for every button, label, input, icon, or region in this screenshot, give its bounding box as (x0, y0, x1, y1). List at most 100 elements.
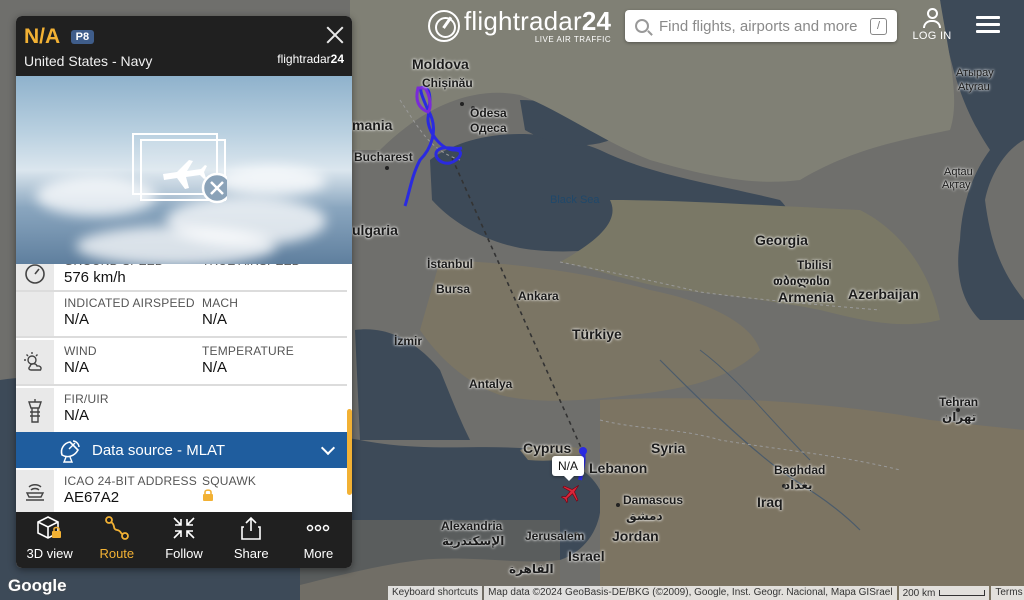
detail-row: WIND N/A TEMPERATURE N/A (16, 340, 347, 386)
map-data-credit: Map data ©2024 GeoBasis-DE/BKG (©2009), … (484, 586, 897, 600)
speedometer-icon (25, 264, 45, 284)
map-label: Ақтау (942, 179, 971, 191)
terms-link[interactable]: Terms (991, 586, 1024, 600)
map-label: Jerusalem (525, 529, 585, 543)
lock-icon[interactable] (202, 488, 214, 502)
detail-row: INDICATED AIRSPEED N/A MACH N/A (16, 292, 347, 338)
map-label: İzmir (394, 334, 423, 348)
map-label: ulgaria (352, 222, 398, 238)
keyboard-shortcut-badge: / (870, 17, 887, 35)
map-label: القاهرة (509, 562, 554, 576)
nav-label: Route (99, 546, 135, 561)
map-scale[interactable]: 200 km (898, 586, 990, 600)
icao-address-value: AE67A2 (64, 489, 120, 506)
map-label: Syria (651, 440, 686, 456)
ground-speed-value: 576 km/h (64, 269, 126, 286)
google-logo: Google (8, 576, 67, 595)
search-bar[interactable]: / (625, 10, 897, 42)
hamburger-menu-icon[interactable] (976, 16, 1000, 34)
logo-tagline: LIVE AIR TRAFFIC (534, 35, 612, 44)
flight-map-label[interactable]: N/A (552, 456, 585, 481)
data-source-toggle[interactable]: Data source - MLAT (16, 432, 347, 468)
detail-row: FIR/UIR N/A (16, 388, 347, 432)
detail-label: INDICATED AIRSPEED (64, 296, 195, 310)
follow-arrows-icon (173, 517, 195, 539)
weather-icon (24, 352, 42, 371)
flight-callsign: N/A (24, 25, 61, 48)
nav-label: 3D view (26, 546, 73, 561)
map-label: Ankara (518, 289, 559, 303)
panel-header: N/A P8 United States - Navy flightradar2… (16, 16, 352, 76)
detail-value: N/A (202, 359, 228, 376)
map-label: Baghdad (774, 463, 826, 477)
aircraft-photo-placeholder (16, 76, 352, 264)
map-label: Türkiye (572, 326, 622, 342)
detail-label: GROUND SPEED (64, 264, 202, 268)
map-label: Damascus (623, 493, 684, 507)
detail-label: ICAO 24-BIT ADDRESS (64, 474, 197, 488)
search-input[interactable] (659, 17, 870, 35)
map-label: Georgia (755, 232, 808, 248)
close-icon[interactable] (326, 26, 344, 44)
login-button[interactable]: LOG IN (910, 8, 954, 44)
route-icon (104, 516, 129, 540)
detail-value: N/A (202, 311, 228, 328)
flightradar24-logo[interactable]: flightradar24 LIVE AIR TRAFFIC (428, 6, 611, 46)
nav-label: Follow (165, 546, 203, 561)
map-label: Jordan (612, 528, 659, 544)
map-label: Armenia (778, 289, 835, 305)
map-label: Iraq (757, 494, 783, 510)
chevron-down-icon (320, 440, 336, 456)
detail-label: FIR/UIR (64, 392, 109, 406)
map-label: بغداد (784, 478, 813, 492)
map-label: Bursa (436, 282, 471, 296)
map-label: Alexandria (441, 519, 503, 533)
login-label: LOG IN (912, 30, 952, 42)
map-label: Israel (568, 548, 605, 564)
control-tower-icon (28, 399, 42, 423)
map-label: تهران (942, 410, 977, 424)
map-label: Aqtau (944, 166, 973, 178)
search-icon (635, 19, 649, 33)
map-label: Lebanon (589, 460, 648, 476)
map-label: Атырау (956, 67, 994, 79)
map-label: Antalya (469, 377, 513, 391)
map-label: Одеса (470, 121, 507, 135)
aircraft-type-badge[interactable]: P8 (70, 30, 95, 44)
detail-value: N/A (64, 407, 90, 424)
aircraft-icon[interactable] (558, 480, 584, 506)
follow-button[interactable]: Follow (150, 512, 217, 568)
map-label: Bucharest (354, 150, 413, 164)
map-attribution: Keyboard shortcuts Map data ©2024 GeoBas… (386, 586, 1024, 600)
flightradar24-brand: flightradar24 (277, 52, 344, 66)
more-dots-icon (307, 524, 330, 532)
3d-view-button[interactable]: 3D view (16, 512, 83, 568)
map-label: Azerbaijan (848, 286, 919, 302)
detail-label: MACH (202, 296, 239, 310)
transponder-icon (25, 484, 45, 501)
user-icon (926, 8, 938, 19)
nav-label: Share (233, 546, 269, 561)
map-label: Atyrau (958, 81, 990, 93)
nav-label: More (303, 546, 334, 561)
map-label: Tbilisi (797, 258, 832, 272)
share-icon (241, 516, 262, 540)
logo-wordmark: flightradar24 (464, 6, 612, 36)
detail-label: WIND (64, 344, 97, 358)
radar-logo-icon (428, 10, 460, 42)
detail-label: TRUE AIRSPEED (202, 264, 340, 268)
map-label: İstanbul (427, 257, 474, 271)
map-label: دمشق (626, 509, 663, 523)
detail-label: SQUAWK (202, 474, 257, 488)
scale-bar (939, 590, 986, 596)
details-scrollbar[interactable] (347, 409, 352, 495)
cube-lock-icon (36, 516, 61, 539)
keyboard-shortcuts-link[interactable]: Keyboard shortcuts (388, 586, 483, 600)
map-label: Chișinău (422, 76, 473, 90)
map-label: Black Sea (550, 194, 600, 206)
map-label: الإسكندرية (442, 534, 505, 548)
route-button[interactable]: Route (83, 512, 150, 568)
flight-details-list[interactable]: GROUND SPEED576 km/h TRUE AIRSPEED INDIC… (16, 264, 352, 512)
share-button[interactable]: Share (218, 512, 285, 568)
more-button[interactable]: More (285, 512, 352, 568)
